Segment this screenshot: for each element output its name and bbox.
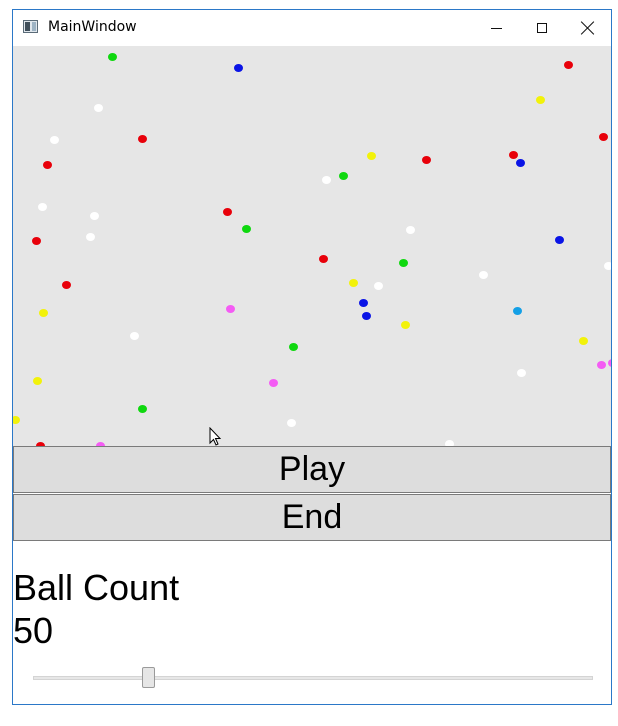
- ball: [509, 151, 518, 159]
- ball: [597, 361, 606, 369]
- ball: [517, 369, 526, 377]
- ball: [349, 279, 358, 287]
- close-icon: [581, 21, 595, 35]
- ball: [516, 159, 525, 167]
- ball: [33, 377, 42, 385]
- ball: [564, 61, 573, 69]
- ball: [94, 104, 103, 112]
- ball: [39, 309, 48, 317]
- ball: [401, 321, 410, 329]
- ball-count-value: 50: [13, 610, 54, 651]
- ball: [608, 359, 611, 367]
- ball-canvas[interactable]: [13, 46, 611, 446]
- ball: [90, 212, 99, 220]
- ball: [599, 133, 608, 141]
- ball: [62, 281, 71, 289]
- main-window: MainWindow Play End Ball Count 50: [12, 9, 612, 705]
- ball: [138, 135, 147, 143]
- ball: [555, 236, 564, 244]
- ball: [513, 307, 522, 315]
- ball: [422, 156, 431, 164]
- ball: [108, 53, 117, 61]
- ball: [32, 237, 41, 245]
- ball: [86, 233, 95, 241]
- ball: [226, 305, 235, 313]
- ball: [536, 96, 545, 104]
- ball-count-label: Ball Count: [13, 567, 180, 608]
- ball: [242, 225, 251, 233]
- end-button[interactable]: End: [13, 494, 611, 541]
- ball: [322, 176, 331, 184]
- ball-count-slider-track[interactable]: [33, 676, 593, 680]
- ball: [479, 271, 488, 279]
- ball: [367, 152, 376, 160]
- maximize-button[interactable]: [519, 10, 565, 46]
- ball: [362, 312, 371, 320]
- ball: [234, 64, 243, 72]
- window-title: MainWindow: [48, 19, 137, 35]
- ball: [374, 282, 383, 290]
- ball: [138, 405, 147, 413]
- ball: [223, 208, 232, 216]
- ball: [50, 136, 59, 144]
- mouse-cursor-icon: [209, 427, 222, 446]
- ball: [38, 203, 47, 211]
- ball: [287, 419, 296, 427]
- title-bar[interactable]: MainWindow: [13, 10, 611, 46]
- minimize-button[interactable]: [473, 10, 519, 46]
- ball: [130, 332, 139, 340]
- ball: [579, 337, 588, 345]
- ball: [604, 262, 611, 270]
- ball: [339, 172, 348, 180]
- app-window-icon: [23, 20, 38, 33]
- maximize-icon: [537, 23, 547, 33]
- ball: [13, 416, 20, 424]
- ball: [399, 259, 408, 267]
- ball: [289, 343, 298, 351]
- ball: [269, 379, 278, 387]
- ball: [43, 161, 52, 169]
- ball-count-slider-thumb[interactable]: [142, 667, 156, 688]
- ball: [406, 226, 415, 234]
- close-button[interactable]: [565, 10, 611, 46]
- minimize-icon: [490, 27, 502, 29]
- play-button[interactable]: Play: [13, 446, 611, 493]
- ball: [319, 255, 328, 263]
- ball: [359, 299, 368, 307]
